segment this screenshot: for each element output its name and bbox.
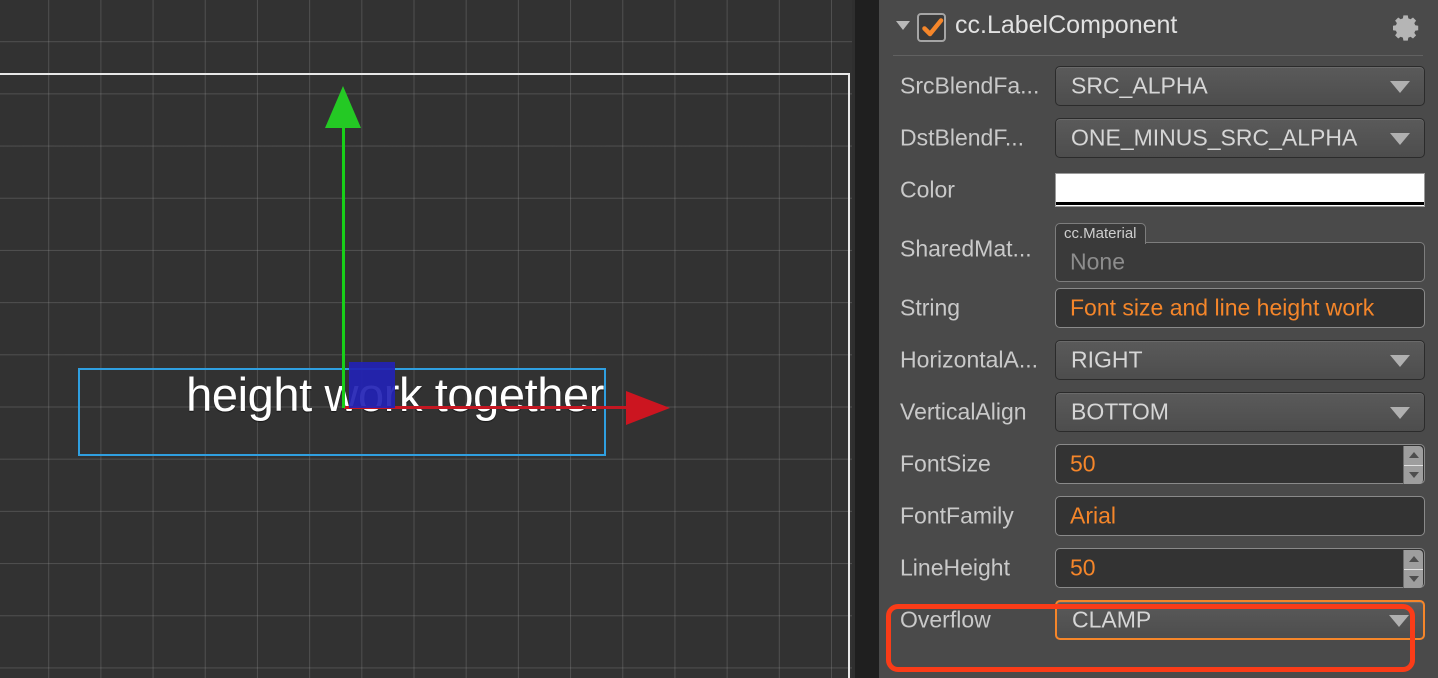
component-header: cc.LabelComponent <box>879 0 1438 56</box>
property-label: LineHeight <box>900 554 1010 581</box>
inspector-panel: cc.LabelComponent SrcBlendFa... SRC_ALPH… <box>879 0 1438 678</box>
property-row-overflow: Overflow CLAMP <box>879 594 1438 646</box>
property-row-fontfamily: FontFamily Arial <box>879 490 1438 542</box>
sharedmaterial-object-field[interactable]: None <box>1055 242 1425 282</box>
object-field-value: None <box>1070 248 1125 275</box>
stepper-divider <box>1404 569 1423 570</box>
horizontalalign-dropdown[interactable]: RIGHT <box>1055 340 1425 380</box>
property-row-verticalalign: VerticalAlign BOTTOM <box>879 386 1438 438</box>
chevron-up-icon[interactable] <box>1408 556 1419 562</box>
gizmo-origin-handle-icon[interactable] <box>349 362 395 408</box>
property-label: SharedMat... <box>900 235 1032 262</box>
lineheight-stepper[interactable] <box>1403 550 1423 588</box>
scene-grid <box>0 0 852 678</box>
gear-icon[interactable] <box>1392 13 1422 43</box>
dstblendfactor-dropdown[interactable]: ONE_MINUS_SRC_ALPHA <box>1055 118 1425 158</box>
chevron-down-icon[interactable] <box>1408 472 1419 478</box>
property-row-dstblendfactor: DstBlendF... ONE_MINUS_SRC_ALPHA <box>879 112 1438 164</box>
property-label: String <box>900 294 961 321</box>
overflow-dropdown[interactable]: CLAMP <box>1055 600 1425 640</box>
property-rows: SrcBlendFa... SRC_ALPHA DstBlendF... ONE… <box>879 60 1438 646</box>
gizmo-y-axis-arrow-icon[interactable] <box>325 86 361 128</box>
fontsize-input-value: 50 <box>1070 450 1096 477</box>
chevron-down-icon <box>1390 81 1410 93</box>
property-label: SrcBlendFa... <box>900 72 1040 99</box>
property-row-string: String Font size and line height work <box>879 282 1438 334</box>
color-swatch[interactable] <box>1055 173 1425 207</box>
property-row-sharedmaterial: SharedMat... cc.Material None <box>879 216 1438 282</box>
fontfamily-input-value: Arial <box>1070 502 1117 529</box>
property-label: FontFamily <box>900 502 1014 529</box>
chevron-down-icon <box>1389 615 1409 627</box>
lineheight-input[interactable]: 50 <box>1055 548 1425 588</box>
property-label: FontSize <box>900 450 991 477</box>
property-label: Color <box>900 176 955 203</box>
chevron-down-icon[interactable] <box>896 21 910 30</box>
editor-window: Font size and line height work together … <box>0 0 1438 678</box>
string-input[interactable]: Font size and line height work <box>1055 288 1425 328</box>
dropdown-value: RIGHT <box>1071 346 1143 373</box>
fontsize-stepper[interactable] <box>1403 446 1423 484</box>
checkmark-icon <box>922 18 944 37</box>
srcblendfactor-dropdown[interactable]: SRC_ALPHA <box>1055 66 1425 106</box>
dropdown-value: BOTTOM <box>1071 398 1169 425</box>
component-enabled-checkbox[interactable] <box>917 13 946 42</box>
chevron-down-icon <box>1390 133 1410 145</box>
property-row-color: Color <box>879 164 1438 216</box>
fontsize-input[interactable]: 50 <box>1055 444 1425 484</box>
stepper-divider <box>1404 465 1423 466</box>
property-row-srcblendfactor: SrcBlendFa... SRC_ALPHA <box>879 60 1438 112</box>
object-type-tab: cc.Material <box>1055 223 1146 244</box>
gizmo-y-axis-line <box>342 126 345 408</box>
chevron-up-icon[interactable] <box>1408 452 1419 458</box>
property-label: DstBlendF... <box>900 124 1024 151</box>
property-row-lineheight: LineHeight 50 <box>879 542 1438 594</box>
property-label: VerticalAlign <box>900 398 1027 425</box>
color-alpha-bar <box>1056 202 1424 205</box>
string-input-value: Font size and line height work <box>1070 294 1375 321</box>
chevron-down-icon <box>1390 355 1410 367</box>
property-label: HorizontalA... <box>900 346 1039 373</box>
dropdown-value: SRC_ALPHA <box>1071 72 1208 99</box>
dropdown-value: CLAMP <box>1072 606 1152 633</box>
scene-scrollbar-track[interactable] <box>855 0 879 678</box>
lineheight-input-value: 50 <box>1070 554 1096 581</box>
property-row-horizontalalign: HorizontalA... RIGHT <box>879 334 1438 386</box>
header-divider <box>893 55 1423 56</box>
property-label: Overflow <box>900 606 991 633</box>
scene-viewport[interactable]: Font size and line height work together <box>0 0 852 678</box>
verticalalign-dropdown[interactable]: BOTTOM <box>1055 392 1425 432</box>
dropdown-value: ONE_MINUS_SRC_ALPHA <box>1071 124 1358 151</box>
chevron-down-icon[interactable] <box>1408 576 1419 582</box>
chevron-down-icon <box>1390 407 1410 419</box>
gizmo-x-axis-arrow-icon[interactable] <box>626 391 670 425</box>
fontfamily-input[interactable]: Arial <box>1055 496 1425 536</box>
component-title: cc.LabelComponent <box>955 11 1178 39</box>
property-row-fontsize: FontSize 50 <box>879 438 1438 490</box>
